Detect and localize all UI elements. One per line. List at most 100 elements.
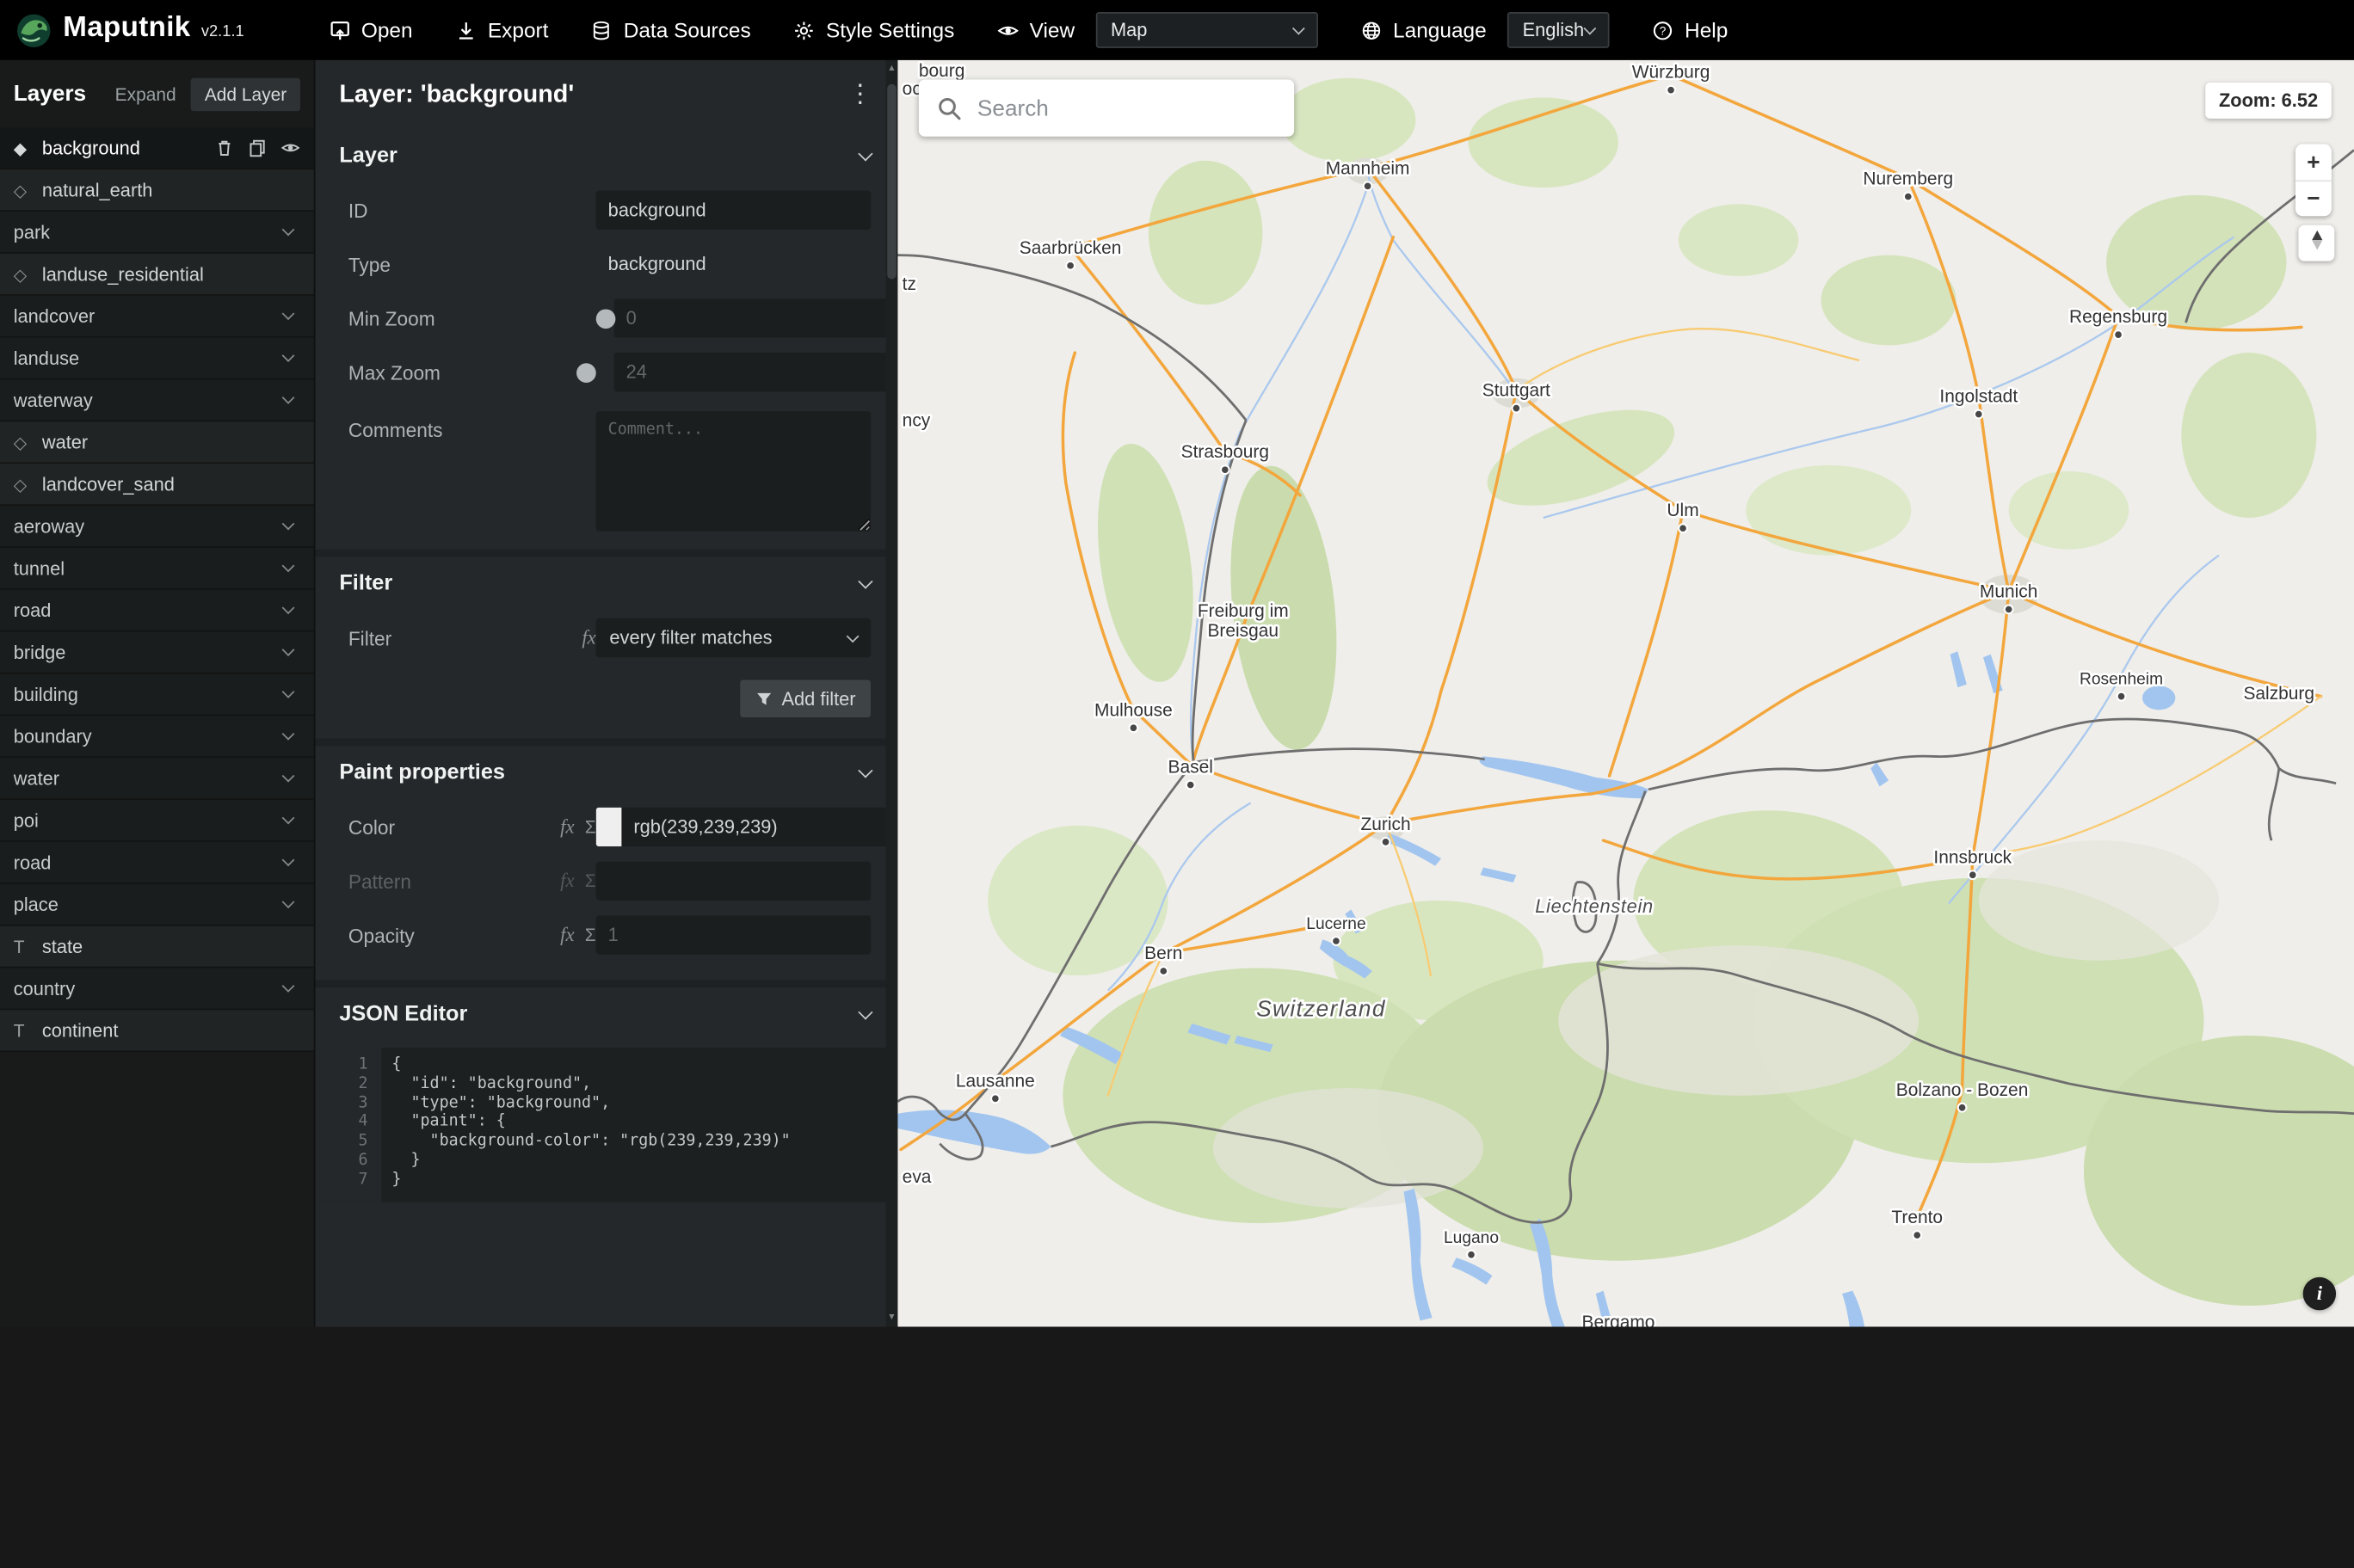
- zoom-out-button[interactable]: −: [2295, 180, 2332, 217]
- group-collapse-caret-icon[interactable]: [281, 643, 295, 656]
- expand-button[interactable]: Expand: [115, 83, 176, 104]
- group-collapse-caret-icon[interactable]: [281, 559, 295, 573]
- layer-item-landcover_sand[interactable]: ◇ landcover_sand: [0, 464, 314, 507]
- max-zoom-row: Max Zoom: [315, 345, 897, 399]
- layer-item-water[interactable]: ◇ water: [0, 421, 314, 464]
- section-filter-header[interactable]: Filter: [315, 556, 897, 611]
- sigma-data-icon[interactable]: Σ: [585, 816, 596, 837]
- section-paint-header[interactable]: Paint properties: [315, 746, 897, 800]
- layer-item-landuse[interactable]: landuse: [0, 337, 314, 380]
- slider-knob[interactable]: [576, 362, 596, 383]
- map-country-label: Liechtenstein: [1535, 895, 1654, 917]
- map-city-label: Innsbruck: [1933, 847, 2012, 867]
- color-swatch[interactable]: [595, 807, 622, 847]
- view-select[interactable]: Map: [1095, 11, 1318, 48]
- zoom-in-button[interactable]: +: [2295, 144, 2332, 181]
- scrollbar-up-icon[interactable]: ▲: [885, 63, 897, 75]
- map-search-control[interactable]: [918, 79, 1295, 137]
- layer-item-landcover[interactable]: landcover: [0, 295, 314, 338]
- group-collapse-caret-icon[interactable]: [281, 223, 295, 237]
- view-button[interactable]: View: [996, 18, 1075, 42]
- layer-label: landuse_residential: [41, 263, 204, 285]
- scrollbar-thumb[interactable]: [887, 83, 897, 280]
- language-button[interactable]: Language: [1360, 18, 1487, 42]
- open-button[interactable]: Open: [328, 18, 413, 42]
- layer-item-park[interactable]: park: [0, 212, 314, 254]
- text-layer-icon: T: [13, 935, 25, 957]
- add-filter-button[interactable]: Add filter: [739, 679, 872, 718]
- layer-kebab-menu-icon[interactable]: ⋮: [847, 79, 873, 109]
- sigma-data-icon[interactable]: Σ: [585, 925, 596, 945]
- sigma-data-icon[interactable]: Σ: [585, 870, 596, 891]
- group-collapse-caret-icon[interactable]: [281, 811, 295, 825]
- group-collapse-caret-icon[interactable]: [281, 349, 295, 362]
- scrollbar-down-icon[interactable]: ▼: [885, 1312, 897, 1324]
- group-collapse-caret-icon[interactable]: [281, 727, 295, 741]
- color-label: Color: [348, 815, 396, 839]
- fx-expression-icon[interactable]: fx: [560, 869, 574, 893]
- layer-item-country[interactable]: country: [0, 968, 314, 1011]
- layer-item-road[interactable]: road: [0, 841, 314, 884]
- style-settings-button[interactable]: Style Settings: [793, 18, 954, 42]
- fx-expression-icon[interactable]: fx: [582, 626, 595, 650]
- map-canvas[interactable]: Würzburg Mannheim Nuremberg Saarbrücken Rege…: [897, 59, 2354, 1327]
- group-collapse-caret-icon[interactable]: [281, 517, 295, 531]
- group-collapse-caret-icon[interactable]: [281, 685, 295, 698]
- export-button[interactable]: Export: [454, 18, 548, 42]
- color-input[interactable]: [621, 816, 888, 838]
- data-sources-button[interactable]: Data Sources: [590, 18, 751, 42]
- comments-textarea[interactable]: [595, 411, 872, 532]
- layer-item-road[interactable]: road: [0, 589, 314, 632]
- layer-item-water[interactable]: water: [0, 758, 314, 801]
- layer-item-boundary[interactable]: boundary: [0, 716, 314, 759]
- layer-label: poi: [13, 809, 39, 831]
- language-select[interactable]: English: [1507, 11, 1610, 48]
- layer-item-continent[interactable]: Tcontinent: [0, 1010, 314, 1053]
- layer-item-background[interactable]: ◆ background: [0, 127, 314, 170]
- layer-item-aeroway[interactable]: aeroway: [0, 506, 314, 548]
- delete-layer-icon[interactable]: [215, 138, 235, 158]
- group-collapse-caret-icon[interactable]: [281, 853, 295, 867]
- opacity-input[interactable]: [595, 915, 872, 955]
- language-select-value: English: [1522, 19, 1585, 41]
- layer-item-state[interactable]: Tstate: [0, 925, 314, 968]
- layer-item-landuse_residential[interactable]: ◇ landuse_residential: [0, 253, 314, 296]
- toggle-visibility-icon[interactable]: [280, 138, 300, 158]
- slider-knob[interactable]: [595, 308, 616, 329]
- pattern-input[interactable]: [595, 861, 872, 901]
- max-zoom-input[interactable]: [613, 353, 889, 392]
- add-filter-label: Add filter: [781, 688, 856, 710]
- group-collapse-caret-icon[interactable]: [281, 601, 295, 615]
- group-collapse-caret-icon[interactable]: [281, 895, 295, 909]
- layer-item-natural_earth[interactable]: ◇ natural_earth: [0, 169, 314, 212]
- layer-item-tunnel[interactable]: tunnel: [0, 547, 314, 590]
- search-input[interactable]: [977, 95, 1277, 121]
- group-collapse-caret-icon[interactable]: [281, 307, 295, 321]
- fx-expression-icon[interactable]: fx: [560, 923, 574, 947]
- help-button[interactable]: ? Help: [1652, 18, 1728, 42]
- json-line-number: 4: [358, 1112, 368, 1131]
- id-input[interactable]: [595, 190, 872, 230]
- section-json-header[interactable]: JSON Editor: [315, 987, 897, 1042]
- layer-item-waterway[interactable]: waterway: [0, 379, 314, 422]
- filter-combinator-select[interactable]: every filter matches: [595, 618, 872, 658]
- group-collapse-caret-icon[interactable]: [281, 769, 295, 783]
- group-collapse-caret-icon[interactable]: [281, 390, 295, 404]
- layer-item-bridge[interactable]: bridge: [0, 631, 314, 674]
- fx-expression-icon[interactable]: fx: [560, 815, 574, 839]
- compass-button[interactable]: [2298, 224, 2335, 261]
- section-layer-header[interactable]: Layer: [315, 129, 897, 183]
- group-collapse-caret-icon[interactable]: [281, 979, 295, 993]
- map-city-dot: [1678, 523, 1688, 534]
- editor-scrollbar[interactable]: ▲ ▼: [885, 59, 898, 1327]
- layer-item-building[interactable]: building: [0, 673, 314, 716]
- min-zoom-input[interactable]: [613, 298, 889, 338]
- layer-item-poi[interactable]: poi: [0, 800, 314, 842]
- json-code[interactable]: { "id": "background", "type": "backgroun…: [381, 1048, 897, 1202]
- json-editor[interactable]: 1234567 { "id": "background", "type": "b…: [315, 1047, 898, 1202]
- layer-item-place[interactable]: place: [0, 883, 314, 926]
- type-value[interactable]: background: [596, 254, 706, 274]
- add-layer-button[interactable]: Add Layer: [191, 77, 300, 111]
- attribution-info-button[interactable]: i: [2302, 1276, 2337, 1311]
- duplicate-layer-icon[interactable]: [248, 138, 268, 158]
